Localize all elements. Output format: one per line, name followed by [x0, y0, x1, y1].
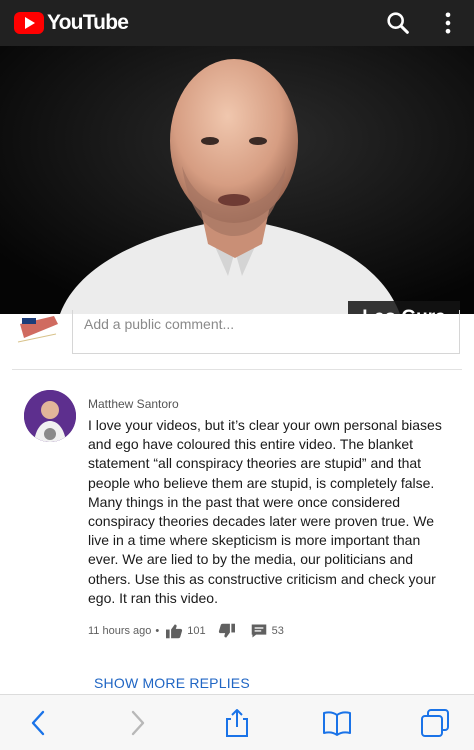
tabs-icon[interactable]: [420, 708, 450, 738]
forward-icon[interactable]: [122, 708, 152, 738]
user-avatar: [16, 314, 62, 346]
share-icon[interactable]: [222, 708, 252, 738]
like-count: 101: [187, 625, 206, 637]
reply-count: 53: [271, 625, 284, 637]
comment-time: 11 hours ago: [88, 625, 152, 637]
show-more-replies-button[interactable]: SHOW MORE REPLIES: [94, 675, 250, 691]
divider: [12, 369, 462, 370]
comment-meta: 11 hours ago • 101 53: [88, 622, 284, 640]
browser-toolbar: [0, 694, 474, 750]
comment-input-placeholder: Add a public comment...: [84, 316, 235, 332]
comment-author[interactable]: Matthew Santoro: [88, 397, 179, 411]
thumbs-down-icon[interactable]: [218, 623, 236, 639]
meta-separator: •: [155, 625, 160, 637]
video-frame: [0, 46, 474, 314]
brand-wordmark: YouTube: [47, 11, 129, 34]
top-app-bar: YouTube: [0, 0, 474, 46]
commenter-avatar[interactable]: [24, 390, 76, 442]
video-player[interactable]: Leo Gura: [0, 46, 474, 314]
reply-comment-icon[interactable]: [250, 623, 268, 639]
comment-input[interactable]: Add a public comment...: [72, 310, 460, 354]
bookmarks-icon[interactable]: [322, 708, 352, 738]
youtube-play-icon: [14, 12, 44, 34]
comment-text: I love your videos, but it’s clear your …: [88, 417, 442, 606]
thumbs-up-icon[interactable]: [165, 623, 183, 639]
search-icon[interactable]: [384, 9, 412, 37]
youtube-logo[interactable]: YouTube: [14, 11, 129, 35]
back-icon[interactable]: [24, 708, 54, 738]
more-vert-icon[interactable]: [434, 9, 462, 37]
